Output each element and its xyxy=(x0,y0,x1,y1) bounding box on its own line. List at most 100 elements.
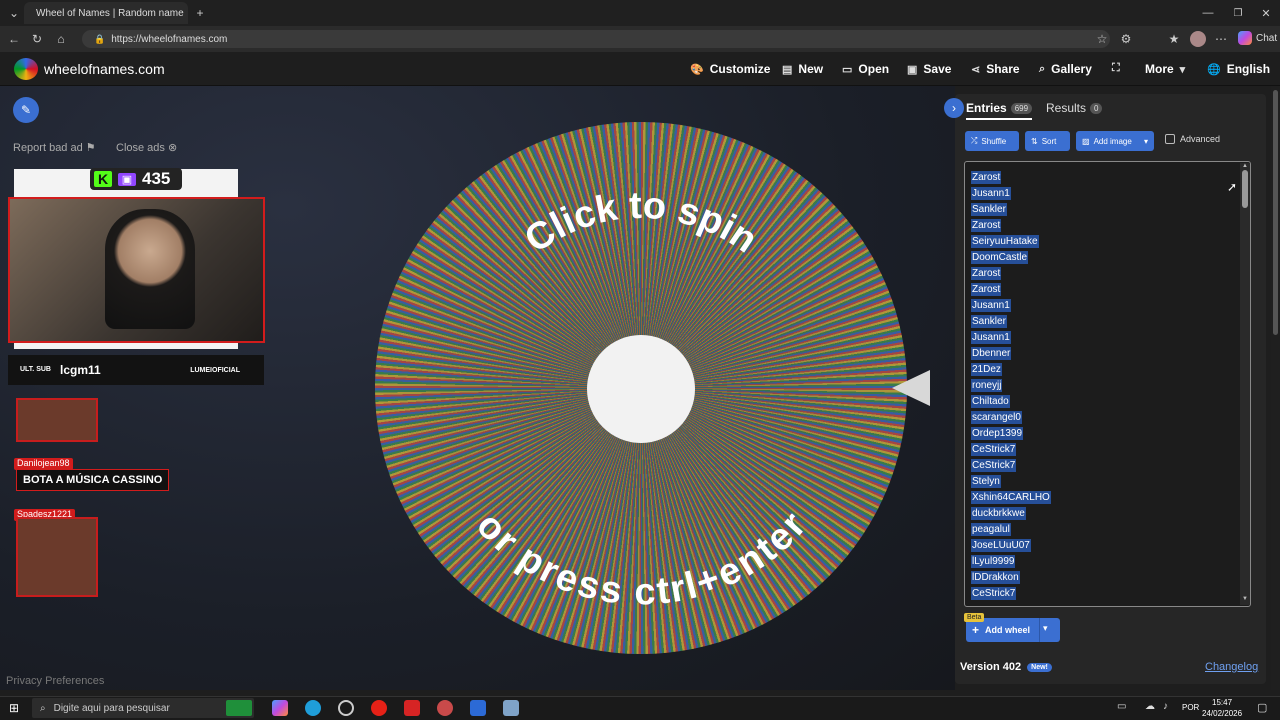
customize-button[interactable]: 🎨 Customize xyxy=(690,62,770,76)
entries-textarea[interactable]: Zarost Jusann1 Sankler Zarost SeiryuuHatake D… xyxy=(964,161,1251,607)
entry-item[interactable]: Zarost xyxy=(971,266,1231,282)
obs-app-icon[interactable] xyxy=(338,700,354,716)
entry-item[interactable]: Zarost xyxy=(971,170,1231,186)
new-tab-icon[interactable]: + xyxy=(190,3,210,23)
scroll-down-icon[interactable]: ▼ xyxy=(1240,596,1250,602)
browser-tab[interactable]: Wheel of Names | Random name ✕ xyxy=(24,2,188,24)
edit-title-button[interactable]: ✎ xyxy=(13,97,39,123)
wheel-center[interactable] xyxy=(587,335,695,443)
youtube-app-icon[interactable] xyxy=(371,700,387,716)
sort-button[interactable]: ⇅ Sort xyxy=(1025,131,1070,151)
edge-app-icon[interactable] xyxy=(305,700,321,716)
entry-text: Zarost xyxy=(971,283,1002,296)
share-button[interactable]: ⋖ Share xyxy=(971,62,1020,76)
entry-item[interactable]: roneyjj xyxy=(971,378,1231,394)
entry-item[interactable]: peagalul xyxy=(971,522,1231,538)
minimize-icon[interactable]: — xyxy=(1198,3,1218,23)
collections-icon[interactable]: ★ xyxy=(1164,29,1184,49)
copilot-chat-button[interactable]: Chat xyxy=(1238,31,1277,45)
tab-list-icon[interactable]: ⌄ xyxy=(4,3,24,23)
privacy-preferences-link[interactable]: Privacy Preferences xyxy=(6,675,104,687)
copilot-app-icon[interactable] xyxy=(272,700,288,716)
tab-entries[interactable]: Entries 699 xyxy=(966,101,1033,120)
home-icon[interactable]: ⌂ xyxy=(51,29,71,49)
volume-icon[interactable]: ♪ xyxy=(1163,701,1168,712)
brazil-flag-icon[interactable] xyxy=(226,700,252,716)
entries-scrollbar[interactable] xyxy=(1240,163,1250,605)
entry-item[interactable]: lDDrakkon xyxy=(971,570,1231,586)
favorite-icon[interactable]: ☆ xyxy=(1092,29,1112,49)
scroll-up-icon[interactable]: ▲ xyxy=(1240,163,1250,169)
open-button[interactable]: ▭ Open xyxy=(842,62,889,76)
entry-item[interactable]: Jusann1 xyxy=(971,186,1231,202)
collapse-panel-button[interactable]: › xyxy=(944,98,964,118)
restore-icon[interactable]: ❐ xyxy=(1228,3,1248,23)
entry-item[interactable]: Zarost xyxy=(971,282,1231,298)
battery-icon[interactable]: ▭ xyxy=(1117,701,1126,712)
entry-item[interactable]: scarangel0 xyxy=(971,410,1231,426)
streamer-app-icon[interactable] xyxy=(437,700,453,716)
gallery-button[interactable]: ⌕ Gallery xyxy=(1039,62,1092,76)
more-menu-icon[interactable]: ⋯ xyxy=(1211,29,1231,49)
entry-text: Jusann1 xyxy=(971,331,1011,344)
entry-item[interactable]: Xshin64CARLHO xyxy=(971,490,1231,506)
tab-results[interactable]: Results 0 xyxy=(1046,101,1103,115)
logo-icon[interactable] xyxy=(14,58,38,80)
entry-item[interactable]: Dbenner xyxy=(971,346,1231,362)
fullscreen-button[interactable]: ⛶ xyxy=(1112,62,1120,75)
entry-item[interactable]: Jusann1 xyxy=(971,298,1231,314)
profile-avatar[interactable] xyxy=(1190,31,1206,47)
entry-item[interactable]: Stelyn xyxy=(971,474,1231,490)
entry-item[interactable]: 21Dez xyxy=(971,362,1231,378)
entry-item[interactable]: CeStrick7 xyxy=(971,442,1231,458)
entry-item[interactable]: lLyul9999 xyxy=(971,554,1231,570)
extensions-icon[interactable]: ⚙ xyxy=(1116,29,1136,49)
report-ad-link[interactable]: Report bad ad ⚑ xyxy=(13,141,96,154)
shuffle-label: Shuffle xyxy=(981,136,1007,146)
streamer-bar: ULT. SUB lcgm11 LUMEIOFICIAL xyxy=(8,355,264,385)
entry-text: Sankler xyxy=(971,203,1007,216)
entry-text: DoomCastle xyxy=(971,251,1029,264)
reload-icon[interactable]: ↻ xyxy=(27,29,47,49)
windows-start-icon[interactable]: ⊞ xyxy=(9,701,19,715)
more-button[interactable]: More ▾ xyxy=(1145,62,1185,76)
back-icon[interactable]: ← xyxy=(4,29,24,49)
entry-item[interactable]: Jusann1 xyxy=(971,330,1231,346)
entries-scroll-thumb[interactable] xyxy=(1242,170,1248,208)
new-button[interactable]: ▤ New xyxy=(782,62,823,76)
entry-item[interactable]: DoomCastle xyxy=(971,250,1231,266)
site-name[interactable]: wheelofnames.com xyxy=(44,61,165,77)
notification-icon[interactable]: ▢ xyxy=(1257,701,1267,714)
entry-item[interactable]: Ordep1399 xyxy=(971,426,1231,442)
entry-item[interactable]: Sankler xyxy=(971,314,1231,330)
url-field[interactable]: 🔒 https://wheelofnames.com xyxy=(82,30,1110,48)
video-app-icon[interactable] xyxy=(404,700,420,716)
save-button[interactable]: ▣ Save xyxy=(907,62,951,76)
taskbar-search[interactable]: ⌕ Digite aqui para pesquisar xyxy=(32,698,254,718)
notepad-app-icon[interactable] xyxy=(503,700,519,716)
add-image-button[interactable]: ▨ Add image ▾ xyxy=(1076,131,1154,151)
entry-item[interactable]: JoseLUuU07 xyxy=(971,538,1231,554)
entry-item[interactable]: Chiltado xyxy=(971,394,1231,410)
language-button[interactable]: 🌐 English xyxy=(1207,62,1270,76)
close-ads-link[interactable]: Close ads ⊗ xyxy=(116,141,177,154)
entry-item[interactable]: CeStrick7 xyxy=(971,586,1231,602)
entry-item[interactable]: duckbrkkwe xyxy=(971,506,1231,522)
twitch-icon: ▣ xyxy=(118,172,136,186)
save-label: Save xyxy=(923,62,952,76)
keyboard-language[interactable]: POR xyxy=(1182,703,1199,712)
editor-app-icon[interactable] xyxy=(470,700,486,716)
entry-item[interactable]: Zarost xyxy=(971,218,1231,234)
add-wheel-dropdown-icon[interactable]: ▾ xyxy=(1043,623,1048,634)
window-close-icon[interactable]: ✕ xyxy=(1256,3,1276,23)
network-icon[interactable]: ☁ xyxy=(1145,701,1155,712)
entry-item[interactable]: CeStrick7 xyxy=(971,458,1231,474)
entry-item[interactable]: SeiryuuHatake xyxy=(971,234,1231,250)
changelog-link[interactable]: Changelog xyxy=(1205,661,1258,673)
taskbar-clock[interactable]: 15:47 24/02/2026 xyxy=(1202,697,1242,719)
page-scroll-thumb[interactable] xyxy=(1273,90,1278,335)
entry-item[interactable]: Sankler xyxy=(971,202,1231,218)
shuffle-button[interactable]: ⤮ Shuffle xyxy=(965,131,1019,151)
advanced-checkbox[interactable]: Advanced xyxy=(1165,134,1220,144)
search-icon: ⌕ xyxy=(1039,62,1046,75)
